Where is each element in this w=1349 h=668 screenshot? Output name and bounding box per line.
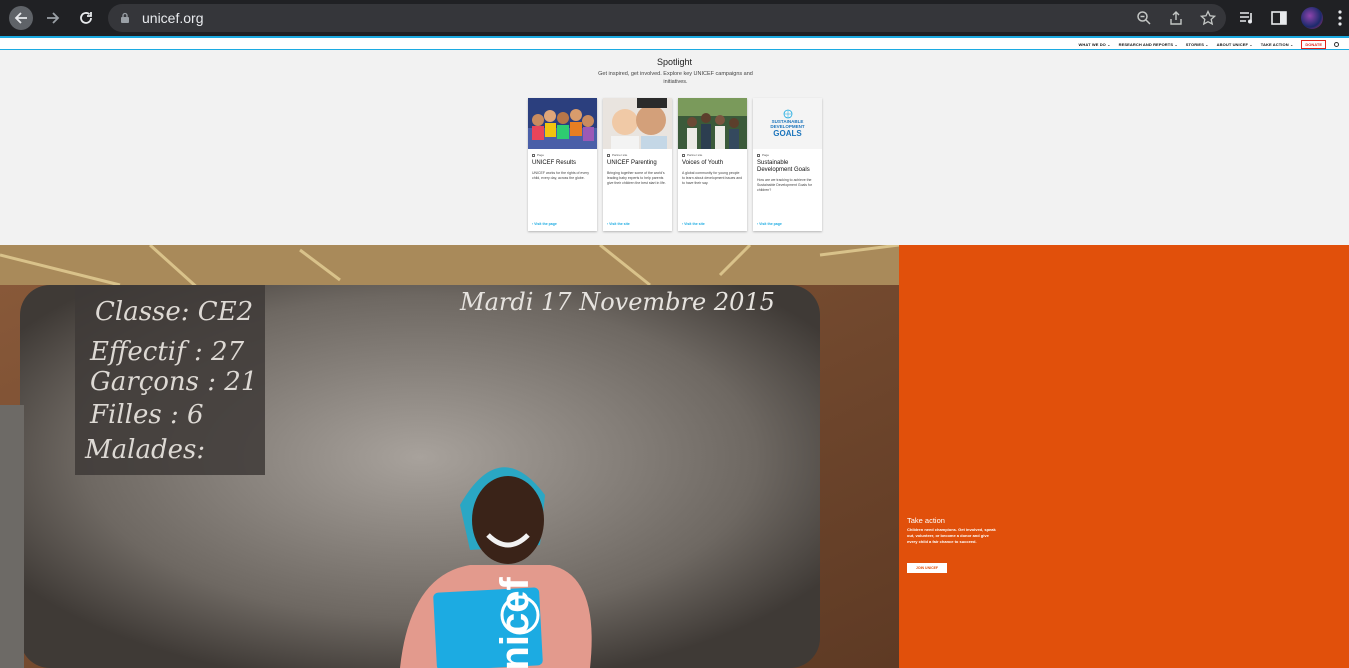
chalk-garcons: Garçons : 21: [90, 367, 257, 397]
card-tag: Page: [757, 153, 769, 157]
share-icon[interactable]: [1168, 10, 1184, 26]
partner-site-icon: [607, 153, 610, 157]
card-link[interactable]: › Visit the site: [682, 222, 705, 226]
sdg-logo-line-3: GOALS: [773, 129, 802, 138]
card-title: UNICEF Results: [532, 160, 577, 166]
take-action-title: Take action: [907, 516, 945, 525]
card-description: A global community for young people to l…: [682, 171, 743, 185]
take-action-text: Children need champions. Get involved, s…: [907, 527, 996, 544]
un-emblem-icon: [783, 109, 792, 119]
bag-logo-text: unicef: [493, 577, 537, 668]
card-description: How are we tracking to achieve the Susta…: [757, 178, 813, 192]
forward-button[interactable]: [41, 6, 65, 30]
page-icon: [532, 153, 535, 157]
nav-stories[interactable]: STORIES: [1186, 42, 1209, 47]
card-title: Voices of Youth: [682, 160, 724, 166]
address-bar[interactable]: unicef.org: [108, 4, 1226, 32]
spotlight-subtitle: Get inspired, get involved. Explore key …: [598, 71, 753, 85]
take-action-panel: Take action Children need champions. Get…: [899, 245, 1349, 668]
reload-button[interactable]: [74, 6, 98, 30]
chalk-date: Mardi 17 Novembre 2015: [459, 288, 775, 316]
card-title: Sustainable Development Goals: [757, 160, 810, 173]
nav-what-we-do[interactable]: WHAT WE DO: [1079, 42, 1111, 47]
join-unicef-button[interactable]: JOIN UNICEF: [907, 563, 947, 573]
spotlight-card-unicef-parenting[interactable]: Partner site UNICEF Parenting Bringing t…: [603, 98, 672, 231]
forward-icon: [47, 12, 60, 24]
card-image-parent-and-child: [603, 98, 672, 149]
card-description: Bringing together some of the world's le…: [607, 171, 666, 185]
nav-research-and-reports[interactable]: RESEARCH AND REPORTS: [1119, 42, 1178, 47]
card-link[interactable]: › Visit the page: [757, 222, 782, 226]
page-icon: [757, 153, 760, 157]
hero-image-girl-at-chalkboard: Mardi 17 Novembre 2015 Classe: CE2 Effec…: [0, 245, 899, 668]
card-image-youth-selfie: [678, 98, 747, 149]
profile-avatar[interactable]: [1301, 7, 1323, 29]
chalk-effectif: Effectif : 27: [89, 337, 245, 367]
reload-icon: [80, 12, 92, 24]
browser-toolbar: unicef.org: [0, 0, 1349, 36]
card-tag: Partner site: [607, 153, 627, 157]
card-image-children-group: [528, 98, 597, 149]
site-header: WHAT WE DO RESEARCH AND REPORTS STORIES …: [0, 36, 1349, 50]
side-panel-icon[interactable]: [1270, 9, 1288, 27]
card-title: UNICEF Parenting: [607, 160, 657, 166]
card-link[interactable]: › Visit the page: [532, 222, 557, 226]
chalk-filles: Filles : 6: [89, 400, 204, 430]
card-description: UNICEF works for the rights of every chi…: [532, 171, 589, 180]
card-link[interactable]: › Visit the site: [607, 222, 630, 226]
spotlight-card-voices-of-youth[interactable]: Partner site Voices of Youth A global co…: [678, 98, 747, 231]
more-menu-icon[interactable]: [1336, 9, 1344, 27]
spotlight-card-unicef-results[interactable]: Page UNICEF Results UNICEF works for the…: [528, 98, 597, 231]
bookmark-star-icon[interactable]: [1200, 10, 1216, 26]
back-icon: [14, 12, 27, 24]
media-queue-icon[interactable]: [1238, 9, 1256, 27]
partner-site-icon: [682, 153, 685, 157]
card-tag: Partner site: [682, 153, 702, 157]
main-navigation: WHAT WE DO RESEARCH AND REPORTS STORIES …: [1079, 40, 1339, 49]
donate-button[interactable]: DONATE: [1301, 40, 1326, 49]
search-icon[interactable]: [1334, 42, 1339, 47]
chalk-class: Classe: CE2: [95, 297, 253, 327]
card-image-sdg-logo: SUSTAINABLE DEVELOPMENT GOALS: [753, 98, 822, 149]
zoom-icon[interactable]: [1136, 10, 1152, 26]
url-text[interactable]: unicef.org: [142, 10, 203, 26]
spotlight-card-sdg[interactable]: SUSTAINABLE DEVELOPMENT GOALS Page Susta…: [753, 98, 822, 231]
back-button[interactable]: [9, 6, 33, 30]
chalk-malades: Malades:: [84, 435, 205, 465]
nav-take-action[interactable]: TAKE ACTION: [1261, 42, 1294, 47]
spotlight-heading: Spotlight: [656, 57, 693, 67]
lock-icon[interactable]: [120, 12, 130, 24]
nav-about-unicef[interactable]: ABOUT UNICEF: [1217, 42, 1253, 47]
card-tag: Page: [532, 153, 544, 157]
